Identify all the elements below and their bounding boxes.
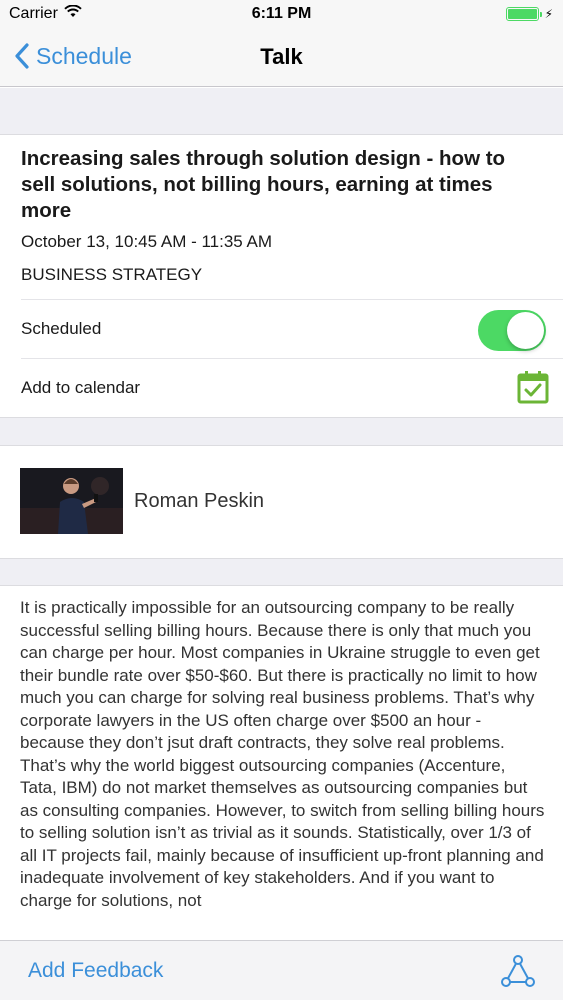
graph-network-icon[interactable] [500,954,536,993]
add-to-calendar-label: Add to calendar [21,378,141,397]
section-gap [0,558,563,586]
calendar-check-icon[interactable] [517,370,549,409]
status-time: 6:11 PM [251,5,312,22]
add-to-calendar-row[interactable]: Add to calendar [21,358,563,416]
talk-description: It is practically impossible for an outs… [20,598,545,910]
scheduled-row: Scheduled [21,299,563,357]
battery-icon: ⚡ [505,7,553,21]
talk-track: BUSINESS STRATEGY [21,265,203,284]
add-feedback-button[interactable]: Add Feedback [28,959,163,983]
scheduled-toggle[interactable] [478,310,546,351]
scheduled-label: Scheduled [21,319,102,338]
status-bar: Carrier 6:11 PM ⚡ [0,0,563,30]
navigation-bar: Schedule Talk [0,30,563,87]
section-gap [0,417,563,446]
speaker-row[interactable]: Roman Peskin [0,446,563,558]
talk-title: Increasing sales through solution design… [21,147,506,222]
speaker-photo [20,468,123,534]
section-gap [0,88,563,135]
speaker-name: Roman Peskin [134,490,265,512]
talk-time: October 13, 10:45 AM - 11:35 AM [21,232,273,251]
bottom-toolbar: Add Feedback [0,940,563,1000]
page-title: Talk [260,44,303,69]
